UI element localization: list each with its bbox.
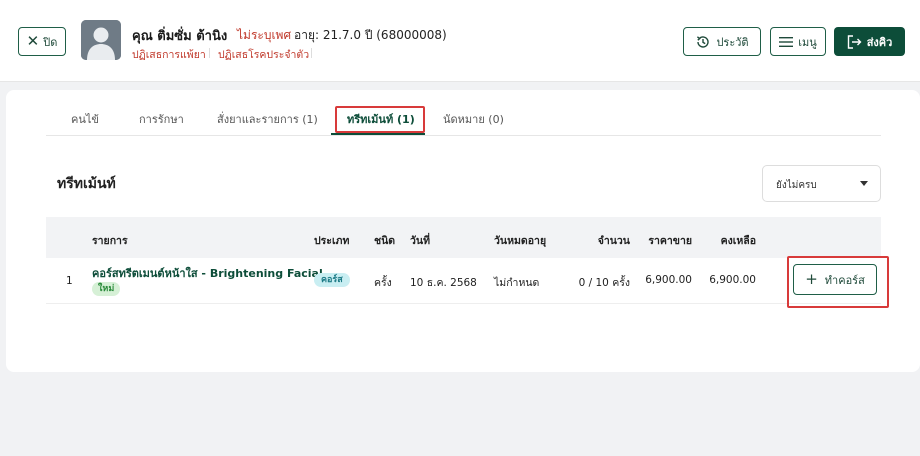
status-filter-select[interactable]: ยังไม่ครบ — [762, 165, 881, 202]
send-queue-button[interactable]: ส่งคิว — [834, 27, 905, 56]
patient-gender: ไม่ระบุเพศ — [237, 28, 292, 42]
column-header-remaining: คงเหลือ — [720, 235, 756, 247]
quantity-cell: 0 / 10 ครั้ง — [578, 277, 630, 289]
history-button[interactable]: ประวัติ — [683, 27, 761, 56]
unit-cell: ครั้ง — [374, 277, 392, 289]
divider — [209, 48, 210, 58]
table-header: รายการ ประเภท ชนิด วันที่ วันหมดอายุ จำน… — [46, 217, 881, 258]
exit-arrow-icon — [847, 34, 862, 49]
remaining-cell: 6,900.00 — [709, 274, 756, 286]
divider — [311, 48, 312, 58]
expire-cell: ไม่กำหนด — [494, 277, 540, 289]
history-icon — [697, 35, 710, 48]
plus-icon: + — [805, 270, 818, 288]
close-button-label: ปิด — [43, 35, 58, 49]
table-row: 1 คอร์สทรีตเมนต์หน้าใส - Brightening Fac… — [46, 258, 881, 304]
hamburger-icon — [779, 36, 794, 47]
close-icon: ✕ — [26, 32, 40, 50]
history-button-label: ประวัติ — [716, 35, 749, 49]
do-course-button-label: ทำคอร์ส — [824, 273, 865, 287]
section-title: ทรีทเม้นท์ — [57, 176, 116, 192]
row-number: 1 — [66, 275, 73, 287]
chronic-disease-status: ปฏิเสธโรคประจำตัว — [218, 49, 310, 61]
menu-button[interactable]: เมนู — [770, 27, 826, 56]
treatment-name: คอร์สทรีตเมนต์หน้าใส - Brightening Facia… — [92, 267, 323, 280]
tab-bar: คนไข้ การรักษา สั่งยาและรายการ (1) ทรีทเ… — [46, 100, 881, 136]
price-cell: 6,900.00 — [645, 274, 692, 286]
column-header-quantity: จำนวน — [597, 235, 630, 247]
column-header-type: ประเภท — [314, 235, 350, 247]
type-badge: คอร์ส — [314, 273, 350, 287]
menu-button-label: เมนู — [798, 35, 817, 49]
tab-treatments[interactable]: ทรีทเม้นท์ (1) — [347, 110, 415, 128]
avatar — [81, 20, 121, 60]
active-tab-indicator — [331, 133, 425, 135]
tab-patient[interactable]: คนไข้ — [71, 110, 99, 128]
status-filter-value: ยังไม่ครบ — [776, 180, 817, 191]
patient-age: อายุ: 21.7.0 ปี (68000008) — [294, 28, 447, 42]
column-header-unit: ชนิด — [374, 235, 396, 247]
tab-treatment-history[interactable]: การรักษา — [139, 110, 184, 128]
column-header-item: รายการ — [92, 235, 128, 247]
date-cell: 10 ธ.ค. 2568 — [410, 277, 477, 289]
close-button[interactable]: ✕ ปิด — [18, 27, 66, 56]
column-header-date: วันที่ — [410, 235, 430, 247]
caret-down-icon — [860, 181, 868, 186]
patient-header: ✕ ปิด คุณ ติ่มซั่ม ต้านิง ไม่ระบุเพศ อาย… — [0, 0, 920, 82]
allergy-status: ปฏิเสธการแพ้ยา — [132, 49, 206, 61]
do-course-button[interactable]: + ทำคอร์ส — [793, 264, 877, 295]
column-header-price: ราคาขาย — [648, 235, 692, 247]
tab-appointments[interactable]: นัดหมาย (0) — [443, 110, 504, 128]
send-queue-button-label: ส่งคิว — [866, 35, 893, 49]
tab-orders[interactable]: สั่งยาและรายการ (1) — [217, 110, 318, 128]
new-badge: ใหม่ — [92, 282, 121, 296]
column-header-expire: วันหมดอายุ — [494, 235, 547, 247]
patient-name: คุณ ติ่มซั่ม ต้านิง — [132, 29, 228, 44]
